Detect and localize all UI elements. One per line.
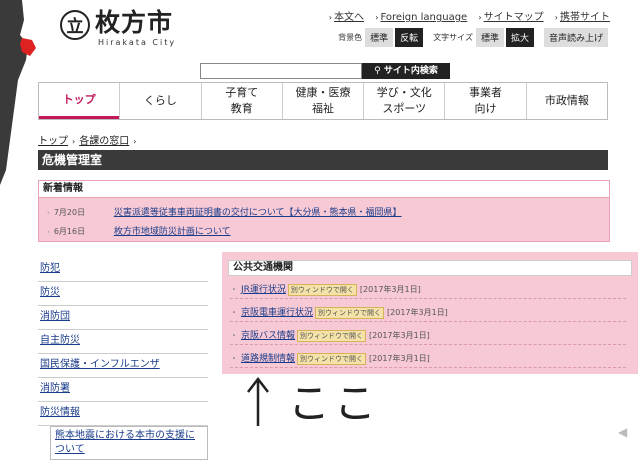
menu-civil-protection[interactable]: 国民保護・インフルエンザ (40, 359, 160, 370)
chevron-right-icon: › (478, 13, 482, 22)
transit-date: [2017年3月1日] (369, 331, 430, 340)
news-heading: 新着情報 (39, 181, 609, 198)
bg-standard-button[interactable]: 標準 (365, 28, 394, 47)
nav-business[interactable]: 事業者 向け (444, 83, 525, 119)
search-input[interactable] (200, 63, 362, 79)
foreign-language-link[interactable]: Foreign language (380, 12, 467, 23)
site-logo[interactable]: 立 枚方市 Hirakata City (60, 8, 190, 48)
chevron-right-icon: › (133, 137, 137, 146)
transit-item: ・京阪電車運行状況 別ウィンドウで開く [2017年3月1日] (230, 305, 448, 319)
news-date: 6月16日 (53, 227, 86, 236)
transit-link-jr[interactable]: JR運行状況 (241, 285, 286, 295)
breadcrumb-top[interactable]: トップ (38, 136, 68, 147)
news-item: › 7月20日 災害派遣等従事車両証明書の交付について【大分県・熊本県・福岡県】 (47, 205, 402, 218)
bullet-icon: ・ (230, 354, 238, 363)
font-standard-button[interactable]: 標準 (475, 28, 504, 47)
breadcrumb: トップ › 各課の窓口 › (38, 132, 140, 147)
menu-disaster-info[interactable]: 防災情報 (40, 407, 80, 418)
transit-link-keihan-train[interactable]: 京阪電車運行状況 (241, 308, 313, 318)
utility-links: › 本文へ › Foreign language › サイトマップ › 携帯サイト (321, 8, 610, 23)
transit-date: [2017年3月1日] (369, 354, 430, 363)
search-button-label: サイト内検索 (383, 66, 438, 76)
breadcrumb-departments[interactable]: 各課の窓口 (79, 136, 129, 147)
menu-voluntary-disaster[interactable]: 自主防災 (40, 335, 80, 346)
news-date: 7月20日 (53, 208, 86, 217)
transit-item: ・道路規制情報 別ウィンドウで開く [2017年3月1日] (230, 351, 430, 365)
city-name: 枚方市 (95, 8, 174, 37)
menu-crime-prevention[interactable]: 防犯 (40, 263, 60, 274)
left-menu-item: 国民保護・インフルエンザ (38, 354, 208, 378)
left-menu: 防犯 防災 消防団 自主防災 国民保護・インフルエンザ 消防署 防災情報 熊本地… (38, 258, 208, 460)
left-menu-item: 防犯 (38, 258, 208, 282)
search-button[interactable]: ⚲ サイト内検索 (362, 63, 450, 79)
new-window-badge: 別ウィンドウで開く (297, 353, 367, 365)
nav-health-welfare[interactable]: 健康・医療 福祉 (281, 83, 363, 119)
menu-kumamoto-support[interactable]: 熊本地震における本市の支援について (55, 430, 195, 455)
transit-date: [2017年3月1日] (359, 285, 421, 294)
left-menu-item: 防災 (38, 282, 208, 306)
scroll-up-icon[interactable]: ◀ (618, 425, 632, 439)
city-roman-name: Hirakata City (98, 38, 177, 47)
main-nav: トップ くらし 子育て 教育 健康・医療 福祉 学び・文化 スポーツ 事業者 向… (38, 82, 608, 120)
map-image (0, 0, 36, 185)
font-size-label: 文字サイズ (433, 33, 473, 42)
chevron-right-icon: › (375, 13, 379, 22)
nav-childcare-education[interactable]: 子育て 教育 (200, 83, 282, 119)
transit-item: ・ JR運行状況 別ウィンドウで開く [2017年3月1日] (230, 282, 421, 296)
annotation-arrow-icon (247, 376, 269, 426)
news-section: 新着情報 › 7月20日 災害派遣等従事車両証明書の交付について【大分県・熊本県・福… (38, 180, 610, 242)
sitemap-link[interactable]: サイトマップ (484, 12, 544, 23)
transit-link-road[interactable]: 道路規制情報 (241, 354, 295, 364)
menu-disaster-prevention[interactable]: 防災 (40, 287, 60, 298)
display-settings: 背景色 標準 反転 文字サイズ 標準 拡大 音声読み上げ (338, 28, 610, 47)
search-icon: ⚲ (374, 66, 381, 76)
annotation-text: ここ (288, 379, 381, 428)
chevron-right-icon: › (47, 228, 50, 236)
nav-learning-culture-sports[interactable]: 学び・文化 スポーツ (363, 83, 444, 119)
transit-item: ・京阪バス情報 別ウィンドウで開く [2017年3月1日] (230, 328, 430, 342)
bullet-icon: ・ (230, 308, 238, 317)
new-window-badge: 別ウィンドウで開く (315, 307, 385, 319)
font-large-button[interactable]: 拡大 (505, 28, 534, 47)
nav-living[interactable]: くらし (119, 83, 200, 119)
mobile-site-link[interactable]: 携帯サイト (560, 12, 610, 23)
transit-heading: 公共交通機関 (228, 260, 632, 276)
transit-date: [2017年3月1日] (387, 308, 448, 317)
left-menu-item: 消防団 (38, 306, 208, 330)
chevron-right-icon: › (328, 13, 333, 22)
chevron-right-icon: › (554, 13, 558, 22)
left-menu-item: 消防署 (38, 378, 208, 402)
read-aloud-button[interactable]: 音声読み上げ (543, 28, 608, 47)
new-window-badge: 別ウィンドウで開く (297, 330, 367, 342)
city-emblem-icon: 立 (60, 10, 90, 40)
transit-section: 公共交通機関 ・ JR運行状況 別ウィンドウで開く [2017年3月1日] ・京阪電車… (222, 252, 638, 374)
news-link[interactable]: 災害派遣等従事車両証明書の交付について【大分県・熊本県・福岡県】 (114, 208, 402, 218)
transit-link-keihan-bus[interactable]: 京阪バス情報 (241, 331, 295, 341)
nav-city-info[interactable]: 市政情報 (525, 83, 607, 119)
news-link[interactable]: 枚方市地域防災計画について (114, 227, 231, 237)
new-window-badge: 別ウィンドウで開く (287, 284, 357, 296)
menu-fire-station[interactable]: 消防署 (40, 383, 70, 394)
chevron-right-icon: › (47, 209, 50, 217)
skip-to-content-link[interactable]: 本文へ (334, 12, 364, 23)
chevron-right-icon: › (72, 137, 76, 146)
left-menu-subitem: 熊本地震における本市の支援について (50, 426, 208, 460)
left-menu-item: 防災情報 (38, 402, 208, 426)
page-title: 危機管理室 (38, 150, 608, 170)
left-menu-item: 自主防災 (38, 330, 208, 354)
bg-color-label: 背景色 (338, 33, 363, 42)
bullet-icon: ・ (230, 331, 238, 340)
news-item: › 6月16日 枚方市地域防災計画について (47, 224, 231, 237)
bullet-icon: ・ (230, 285, 238, 294)
nav-top[interactable]: トップ (39, 83, 120, 119)
menu-fire-corps[interactable]: 消防団 (40, 311, 70, 322)
bg-reverse-button[interactable]: 反転 (395, 28, 424, 47)
